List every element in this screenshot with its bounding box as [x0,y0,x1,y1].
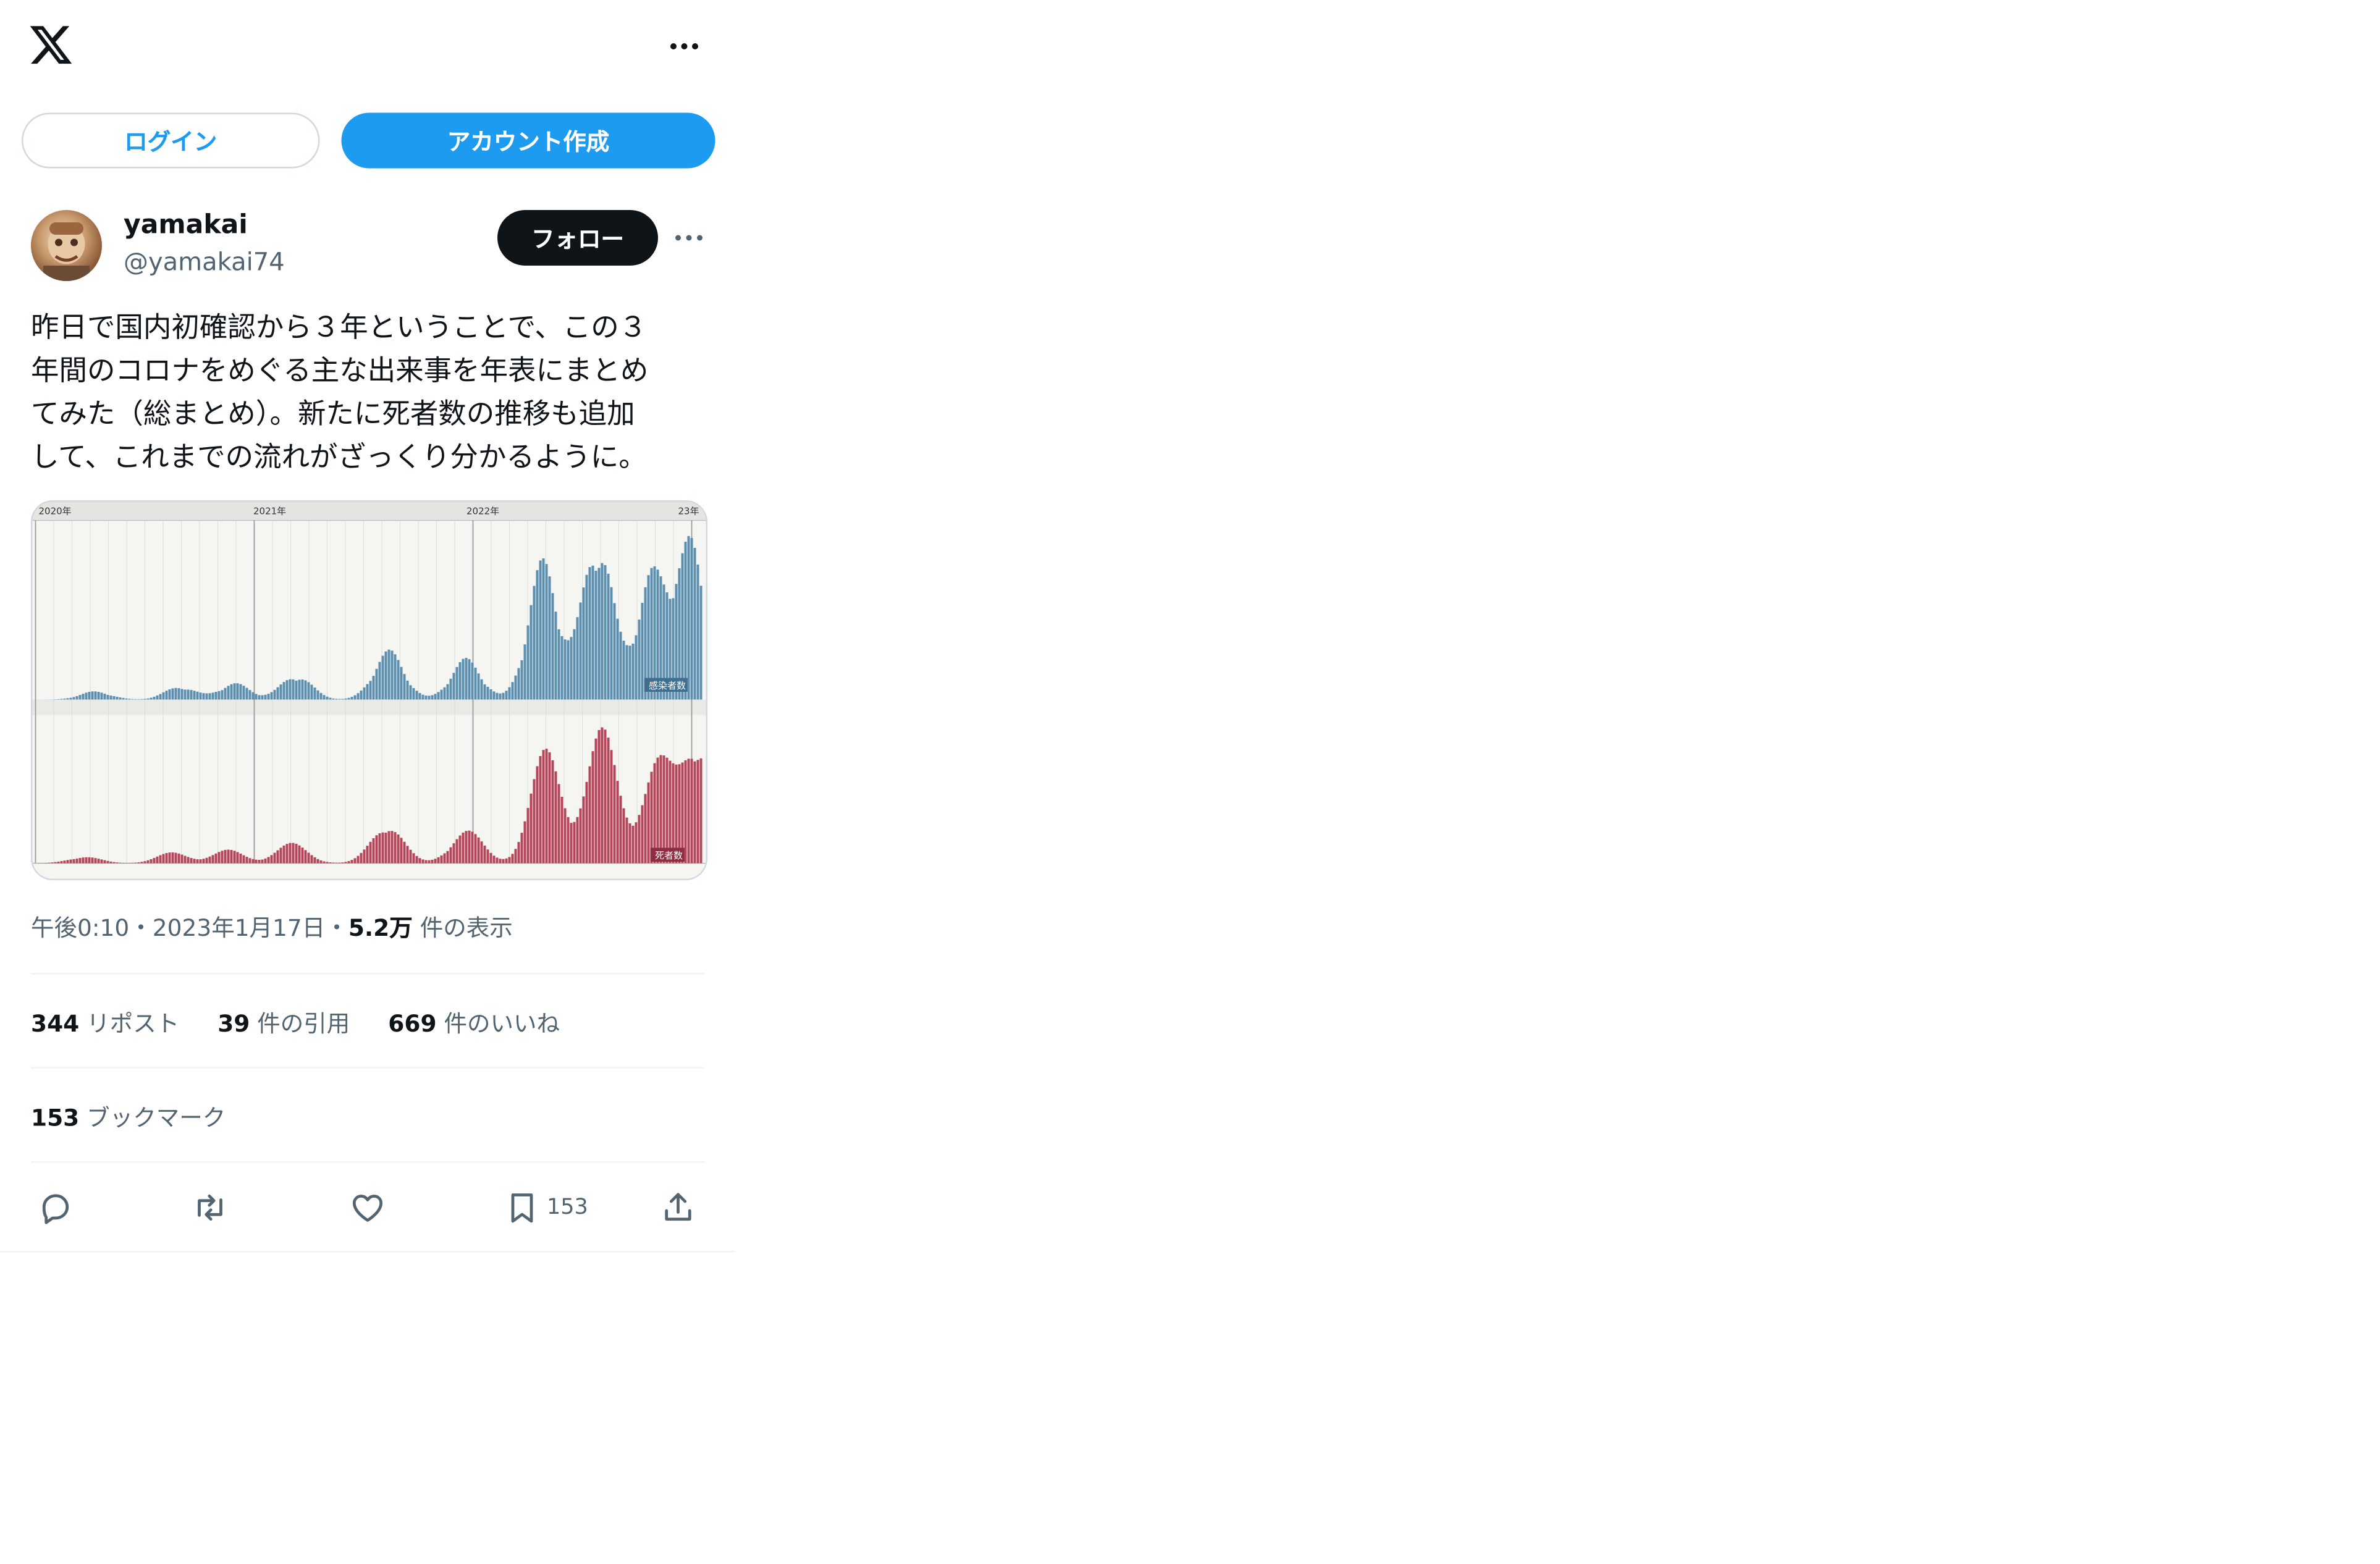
tweet-date[interactable]: 2023年1月17日 [153,914,326,942]
bookmark-icon [511,1193,533,1223]
cases-label: 感染者数 [649,680,686,691]
tweet-more-icon[interactable] [670,222,707,253]
views-count: 5.2万 [348,914,413,942]
reposts-stat[interactable]: 344 リポスト [31,1007,179,1040]
display-name[interactable]: yamakai [124,210,248,241]
reply-icon [42,1194,69,1224]
share-icon [665,1193,691,1221]
divider [31,1067,704,1069]
divider [31,1161,704,1163]
tweet-time[interactable]: 午後0:10 [31,914,129,942]
views-label: 件の表示 [412,914,513,942]
engagement-stats: 344 リポスト 39 件の引用 669 件のいいね [31,1007,591,1040]
heart-icon [352,1195,383,1222]
covid-timeline-infographic: 2020年 2021年 2022年 23年 感染者数 死者数 [32,502,706,879]
login-button[interactable]: ログイン [22,112,320,169]
like-button[interactable] [349,1186,386,1229]
bookmark-button[interactable]: 153 [504,1186,588,1229]
year-label-2020: 2020年 [39,506,72,517]
repost-button[interactable] [192,1186,229,1229]
divider [31,973,704,975]
share-button[interactable] [660,1186,697,1229]
x-logo-icon[interactable] [28,22,74,68]
tweet-text: 昨日で国内初確認から３年ということで、この３ 年間のコロナをめぐる主な出来事を年… [31,312,649,474]
likes-stat[interactable]: 669 件のいいね [388,1007,560,1040]
repost-icon [198,1194,222,1221]
bookmarks-stat: 153 ブックマーク [31,1104,226,1132]
meta-separator: ・ [325,914,348,942]
year-label-2022: 2022年 [466,506,499,517]
user-handle[interactable]: @yamakai74 [124,247,285,277]
follow-button[interactable]: フォロー [497,210,658,266]
meta-separator: ・ [129,914,153,942]
quotes-stat[interactable]: 39 件の引用 [217,1007,350,1040]
bookmark-count: 153 [547,1195,588,1220]
deaths-label: 死者数 [655,850,683,861]
avatar[interactable] [31,210,102,281]
tweet-meta: 午後0:10・2023年1月17日・5.2万 件の表示 [31,911,513,944]
create-account-button[interactable]: アカウント作成 [341,112,715,169]
reply-button[interactable] [37,1186,74,1229]
tweet-column: ログイン アカウント作成 yamakai @yamakai74 フォロー 昨日で… [0,0,735,1253]
more-horizontal-icon[interactable] [664,28,704,65]
year-label-2021: 2021年 [253,506,286,517]
year-label-2023: 23年 [678,506,699,517]
tweet-image[interactable]: 2020年 2021年 2022年 23年 感染者数 死者数 [31,500,707,880]
